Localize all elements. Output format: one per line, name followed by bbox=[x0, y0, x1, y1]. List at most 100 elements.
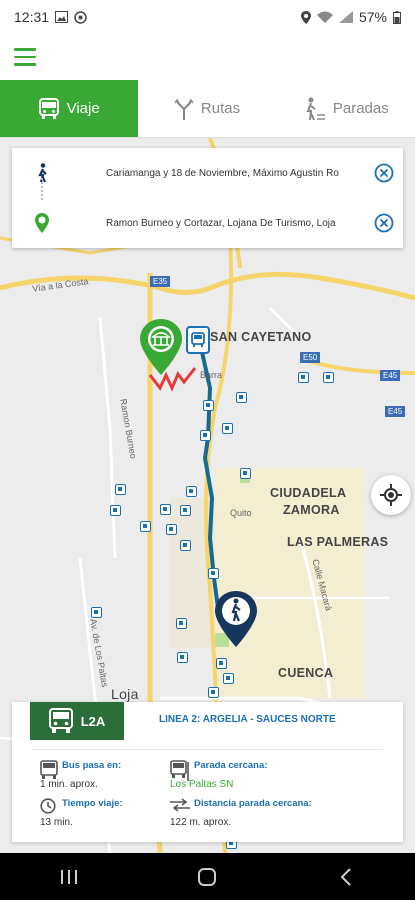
bus-stop-marker[interactable] bbox=[222, 423, 233, 434]
back-button[interactable] bbox=[316, 857, 376, 897]
bus-stop-marker[interactable] bbox=[180, 540, 191, 551]
tab-rutas-label: Rutas bbox=[200, 100, 241, 117]
origin-row[interactable]: Cariamanga y 18 de Noviembre, Máximo Agu… bbox=[12, 148, 403, 198]
stop-distance-value: 122 m. aprox. bbox=[170, 817, 232, 828]
map-label-zamora: ZAMORA bbox=[283, 503, 340, 517]
whatsapp-icon bbox=[74, 10, 87, 24]
routes-icon bbox=[174, 98, 193, 120]
image-notification-icon bbox=[55, 11, 69, 23]
app-bar bbox=[0, 34, 415, 80]
wifi-icon bbox=[316, 11, 333, 23]
clock: 12:31 bbox=[14, 9, 50, 25]
bus-stop-marker[interactable] bbox=[240, 468, 251, 479]
battery-icon bbox=[393, 10, 401, 24]
bus-stop-marker[interactable] bbox=[166, 524, 177, 535]
bus-stop-marker[interactable] bbox=[140, 521, 151, 532]
bus-arrival-info: Bus pasa en: 1 min. aprox. bbox=[40, 760, 121, 790]
nearest-stop-label: Parada cercana: bbox=[194, 760, 268, 771]
clear-origin-button[interactable] bbox=[365, 163, 403, 183]
bus-stop-marker[interactable] bbox=[91, 607, 102, 618]
back-icon bbox=[340, 867, 351, 886]
pedestrian-stop-icon bbox=[306, 97, 325, 120]
origin-address: Cariamanga y 18 de Noviembre, Máximo Agu… bbox=[106, 167, 339, 179]
home-icon bbox=[198, 867, 217, 886]
map-label-san-cayetano: SAN CAYETANO bbox=[210, 330, 312, 344]
destination-row[interactable]: Ramon Burneo y Cortazar, Lojana De Turis… bbox=[12, 198, 403, 248]
tab-viaje-label: Viaje bbox=[66, 100, 100, 117]
system-nav-bar bbox=[0, 853, 415, 900]
bus-icon bbox=[40, 760, 58, 779]
bus-stop-marker[interactable] bbox=[180, 505, 191, 516]
bus-icon bbox=[191, 332, 205, 347]
bus-stop-marker[interactable] bbox=[176, 618, 187, 629]
line-code: L2A bbox=[80, 713, 106, 729]
highway-shield: E45 bbox=[380, 370, 401, 381]
signal-icon bbox=[338, 11, 353, 23]
bus-stop-marker[interactable] bbox=[323, 372, 334, 383]
stop-distance-info: Distancia parada cercana: 122 m. aprox. bbox=[170, 798, 312, 828]
road-label: Barra bbox=[200, 370, 223, 380]
trip-info-card[interactable]: L2A LINEA 2: ARGELIA - SAUCES NORTE Bus … bbox=[12, 702, 403, 842]
close-circle-icon bbox=[374, 163, 394, 183]
bus-stop-marker[interactable] bbox=[200, 430, 211, 441]
recent-apps-button[interactable] bbox=[39, 857, 99, 897]
bus-arrival-label: Bus pasa en: bbox=[62, 760, 122, 771]
line-name: LINEA 2: ARGELIA - SAUCES NORTE bbox=[159, 714, 336, 725]
clear-destination-button[interactable] bbox=[365, 213, 403, 233]
highway-shield: E35 bbox=[150, 276, 171, 287]
location-icon bbox=[300, 10, 311, 24]
boarding-stop-marker[interactable] bbox=[186, 326, 210, 354]
destination-address: Ramon Burneo y Cortazar, Lojana De Turis… bbox=[106, 217, 336, 229]
bus-icon bbox=[48, 708, 73, 733]
crosshair-icon bbox=[380, 484, 402, 506]
travel-time-info: Tiempo viaje: 13 min. bbox=[40, 798, 123, 828]
bus-stop-marker[interactable] bbox=[177, 652, 188, 663]
map-label-cuenca: CUENCA bbox=[278, 666, 334, 680]
bus-arrival-value: 1 min. aprox. bbox=[40, 779, 98, 790]
road-label: Quito bbox=[230, 508, 252, 518]
nearest-stop-info[interactable]: Parada cercana: Los Paltas SN bbox=[170, 760, 267, 790]
bus-stop-marker[interactable] bbox=[208, 568, 219, 579]
line-badge: L2A bbox=[30, 702, 124, 740]
distance-arrows-icon bbox=[170, 798, 190, 812]
map-label-ciudadela: CIUDADELA bbox=[270, 486, 347, 500]
destination-pin-icon bbox=[35, 213, 49, 233]
battery-percent: 57% bbox=[358, 9, 387, 25]
clock-icon bbox=[40, 798, 56, 814]
bus-stop-marker[interactable] bbox=[216, 658, 227, 669]
map-label-las-palmeras: LAS PALMERAS bbox=[287, 535, 389, 549]
menu-icon[interactable] bbox=[14, 48, 36, 66]
divider bbox=[32, 749, 383, 750]
bus-stop-marker[interactable] bbox=[298, 372, 309, 383]
highway-shield: E45 bbox=[385, 406, 406, 417]
bus-stop-marker[interactable] bbox=[110, 505, 121, 516]
close-circle-icon bbox=[374, 213, 394, 233]
origin-marker-icon[interactable] bbox=[138, 318, 184, 376]
bus-stop-marker[interactable] bbox=[208, 687, 219, 698]
highway-shield: E50 bbox=[300, 352, 321, 363]
bus-stop-icon bbox=[170, 760, 189, 781]
tab-paradas[interactable]: Paradas bbox=[277, 80, 415, 137]
bus-stop-marker[interactable] bbox=[203, 400, 214, 411]
bus-stop-marker[interactable] bbox=[236, 392, 247, 403]
tab-viaje[interactable]: Viaje bbox=[0, 80, 139, 137]
my-location-button[interactable] bbox=[371, 475, 411, 515]
travel-time-value: 13 min. bbox=[40, 817, 73, 828]
bus-icon bbox=[38, 97, 59, 119]
home-button[interactable] bbox=[177, 857, 237, 897]
stop-distance-label: Distancia parada cercana: bbox=[194, 798, 312, 809]
route-connector bbox=[41, 178, 43, 200]
travel-time-label: Tiempo viaje: bbox=[62, 798, 123, 809]
bus-stop-marker[interactable] bbox=[115, 484, 126, 495]
route-card: Cariamanga y 18 de Noviembre, Máximo Agu… bbox=[12, 148, 403, 248]
destination-marker-icon[interactable] bbox=[213, 590, 259, 648]
tab-rutas[interactable]: Rutas bbox=[138, 80, 276, 137]
bus-stop-marker[interactable] bbox=[223, 673, 234, 684]
bus-stop-marker[interactable] bbox=[186, 486, 197, 497]
status-bar: 12:31 57% bbox=[0, 0, 415, 34]
map-label-loja: Loja bbox=[111, 686, 139, 702]
recent-apps-icon bbox=[61, 869, 78, 884]
tab-bar: Viaje Rutas Paradas bbox=[0, 80, 415, 138]
tab-paradas-label: Paradas bbox=[332, 100, 389, 117]
bus-stop-marker[interactable] bbox=[160, 504, 171, 515]
